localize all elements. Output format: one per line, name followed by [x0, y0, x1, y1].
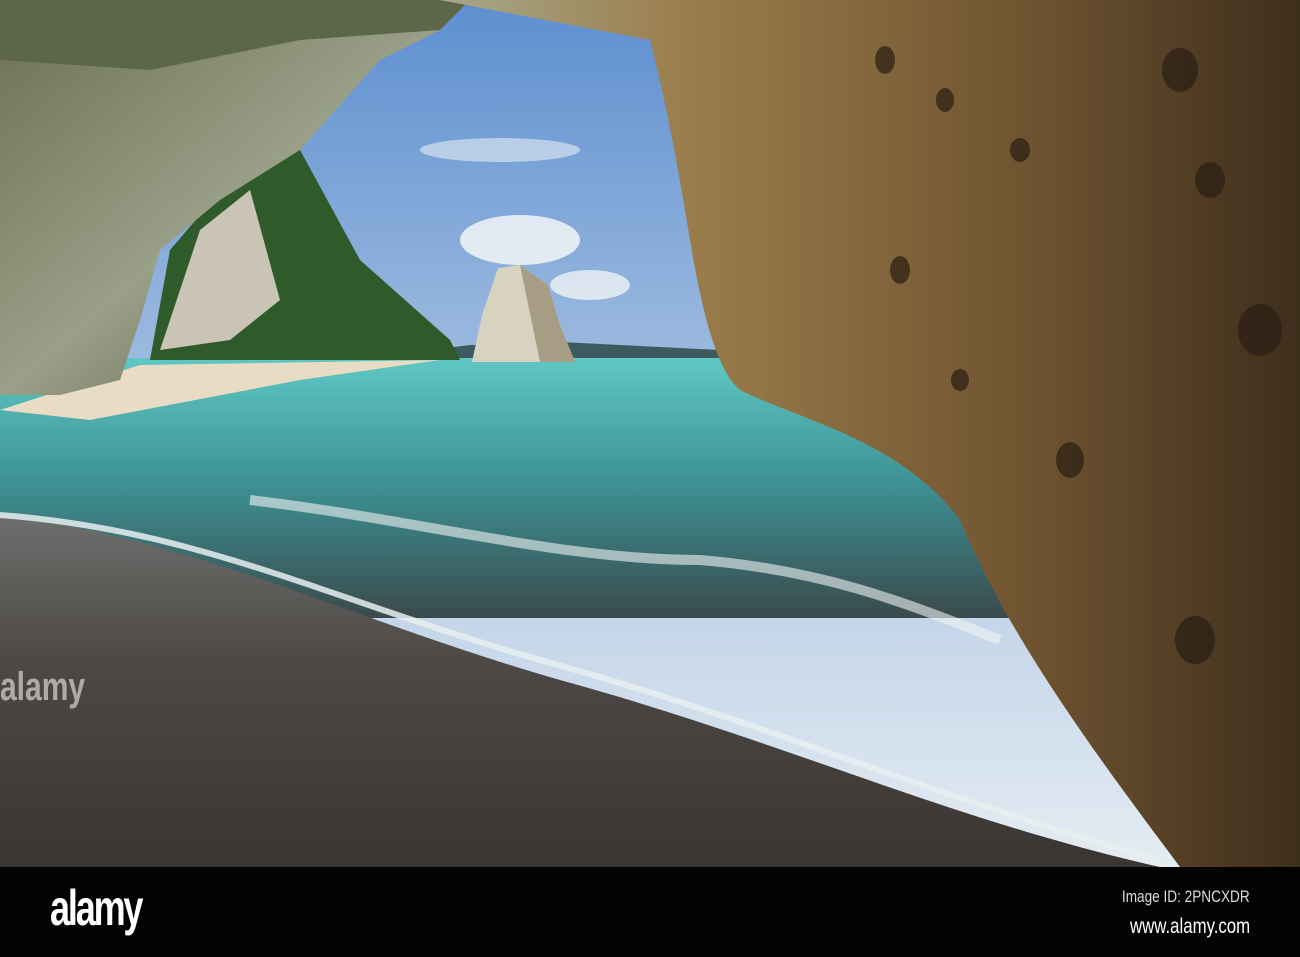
watermark-logo: alamy	[0, 665, 86, 709]
alamy-logo: alamy	[50, 880, 143, 936]
watermark-bar: alamy Image ID: 2PNCXDR www.alamy.com	[0, 867, 1300, 957]
image-id: Image ID: 2PNCXDR	[1122, 887, 1250, 906]
cave-beach-photo	[0, 0, 1300, 867]
stock-photo: alamy alamy Image ID: 2PNCXDR www.alamy.…	[0, 0, 1300, 957]
site-url: www.alamy.com	[1129, 915, 1250, 938]
